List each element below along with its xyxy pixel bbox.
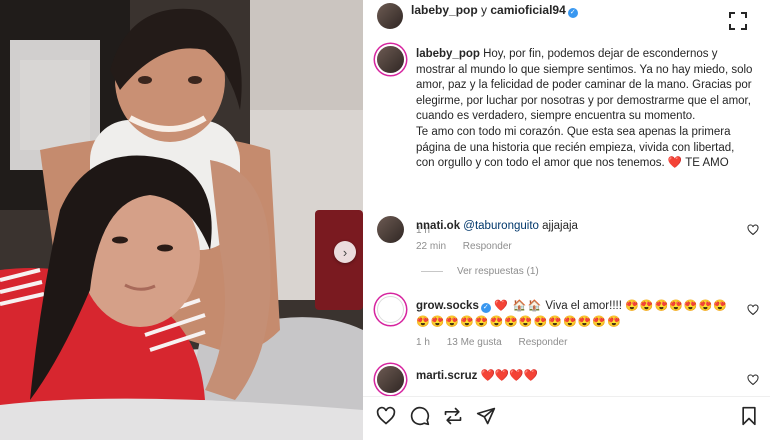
bookmark-icon[interactable] xyxy=(739,406,759,426)
author-username[interactable]: labeby_pop xyxy=(411,3,478,17)
heart-icon[interactable] xyxy=(747,224,759,236)
comment-meta: 1 h 13 Me gusta Responder xyxy=(416,335,736,351)
comment-username[interactable]: grow.socks xyxy=(416,300,479,312)
expand-icon[interactable] xyxy=(729,12,747,30)
comment-body: nnati.ok @taburonguito ajjajaja 22 min R… xyxy=(416,218,736,255)
comment-time: 22 min xyxy=(416,241,447,252)
share-icon[interactable] xyxy=(443,406,463,426)
post-side-panel: labeby_pop y camioficial94 ✓ labeby_pop H… xyxy=(363,0,770,440)
reply-button[interactable]: Responder xyxy=(463,241,512,252)
caption-avatar[interactable] xyxy=(377,46,404,73)
comment-mention[interactable]: @taburonguito xyxy=(463,220,539,232)
heart-icon[interactable] xyxy=(747,304,759,316)
heart-emoji: ❤️ xyxy=(667,157,683,170)
caption-tail: TE AMO xyxy=(685,157,729,170)
post-header: labeby_pop y camioficial94 ✓ xyxy=(363,0,770,32)
verified-badge-icon: ✓ xyxy=(480,303,491,313)
send-icon[interactable] xyxy=(476,406,496,426)
photo-illustration xyxy=(0,0,363,440)
heart-icon[interactable] xyxy=(747,374,759,386)
comment-text: ajjajaja xyxy=(542,220,578,232)
coauthor-username[interactable]: camioficial94 xyxy=(490,3,565,17)
comment-likes[interactable]: 13 Me gusta xyxy=(447,337,502,348)
comment-text: Viva el amor!!!! xyxy=(545,300,622,312)
comment-badge-emojis: ❤️ 🏠🏠 xyxy=(494,300,543,312)
comment-emojis-2: 😍😍😍😍😍😍😍😍😍😍😍😍😍😍 xyxy=(416,316,622,328)
author-avatar[interactable] xyxy=(377,3,403,29)
post-authors: labeby_pop y camioficial94 ✓ xyxy=(411,3,578,18)
post-photo: › xyxy=(0,0,363,440)
verified-badge-icon: ✓ xyxy=(567,8,578,18)
heart-icon[interactable] xyxy=(376,406,396,426)
commenter-avatar[interactable] xyxy=(377,366,404,393)
action-bar xyxy=(363,396,770,432)
reply-button[interactable]: Responder xyxy=(519,337,568,348)
caption-username[interactable]: labeby_pop xyxy=(416,48,480,60)
comment-username[interactable]: nnati.ok xyxy=(416,220,460,232)
comment-username[interactable]: marti.scruz xyxy=(416,370,477,382)
next-photo-button[interactable]: › xyxy=(334,241,356,263)
comment-time: 1 h xyxy=(416,337,430,348)
author-connector: y xyxy=(481,3,488,17)
view-replies-link[interactable]: Ver respuestas (1) xyxy=(421,266,539,277)
comment-text: ❤️❤️❤️❤️ xyxy=(480,370,538,382)
caption-text: labeby_pop Hoy, por fin, podemos dejar d… xyxy=(416,47,756,172)
comment-icon[interactable] xyxy=(410,406,430,426)
next-arrow-icon: › xyxy=(342,244,348,260)
comment-body: marti.scruz ❤️❤️❤️❤️ xyxy=(416,368,736,384)
commenter-avatar[interactable] xyxy=(377,216,404,243)
comment-body: grow.socks ✓ ❤️ 🏠🏠 Viva el amor!!!! 😍😍😍😍😍… xyxy=(416,298,736,351)
comment-meta: 22 min Responder xyxy=(416,239,736,255)
commenter-avatar[interactable] xyxy=(377,296,404,323)
comment-emojis-1: 😍😍😍😍😍😍😍 xyxy=(625,300,728,312)
